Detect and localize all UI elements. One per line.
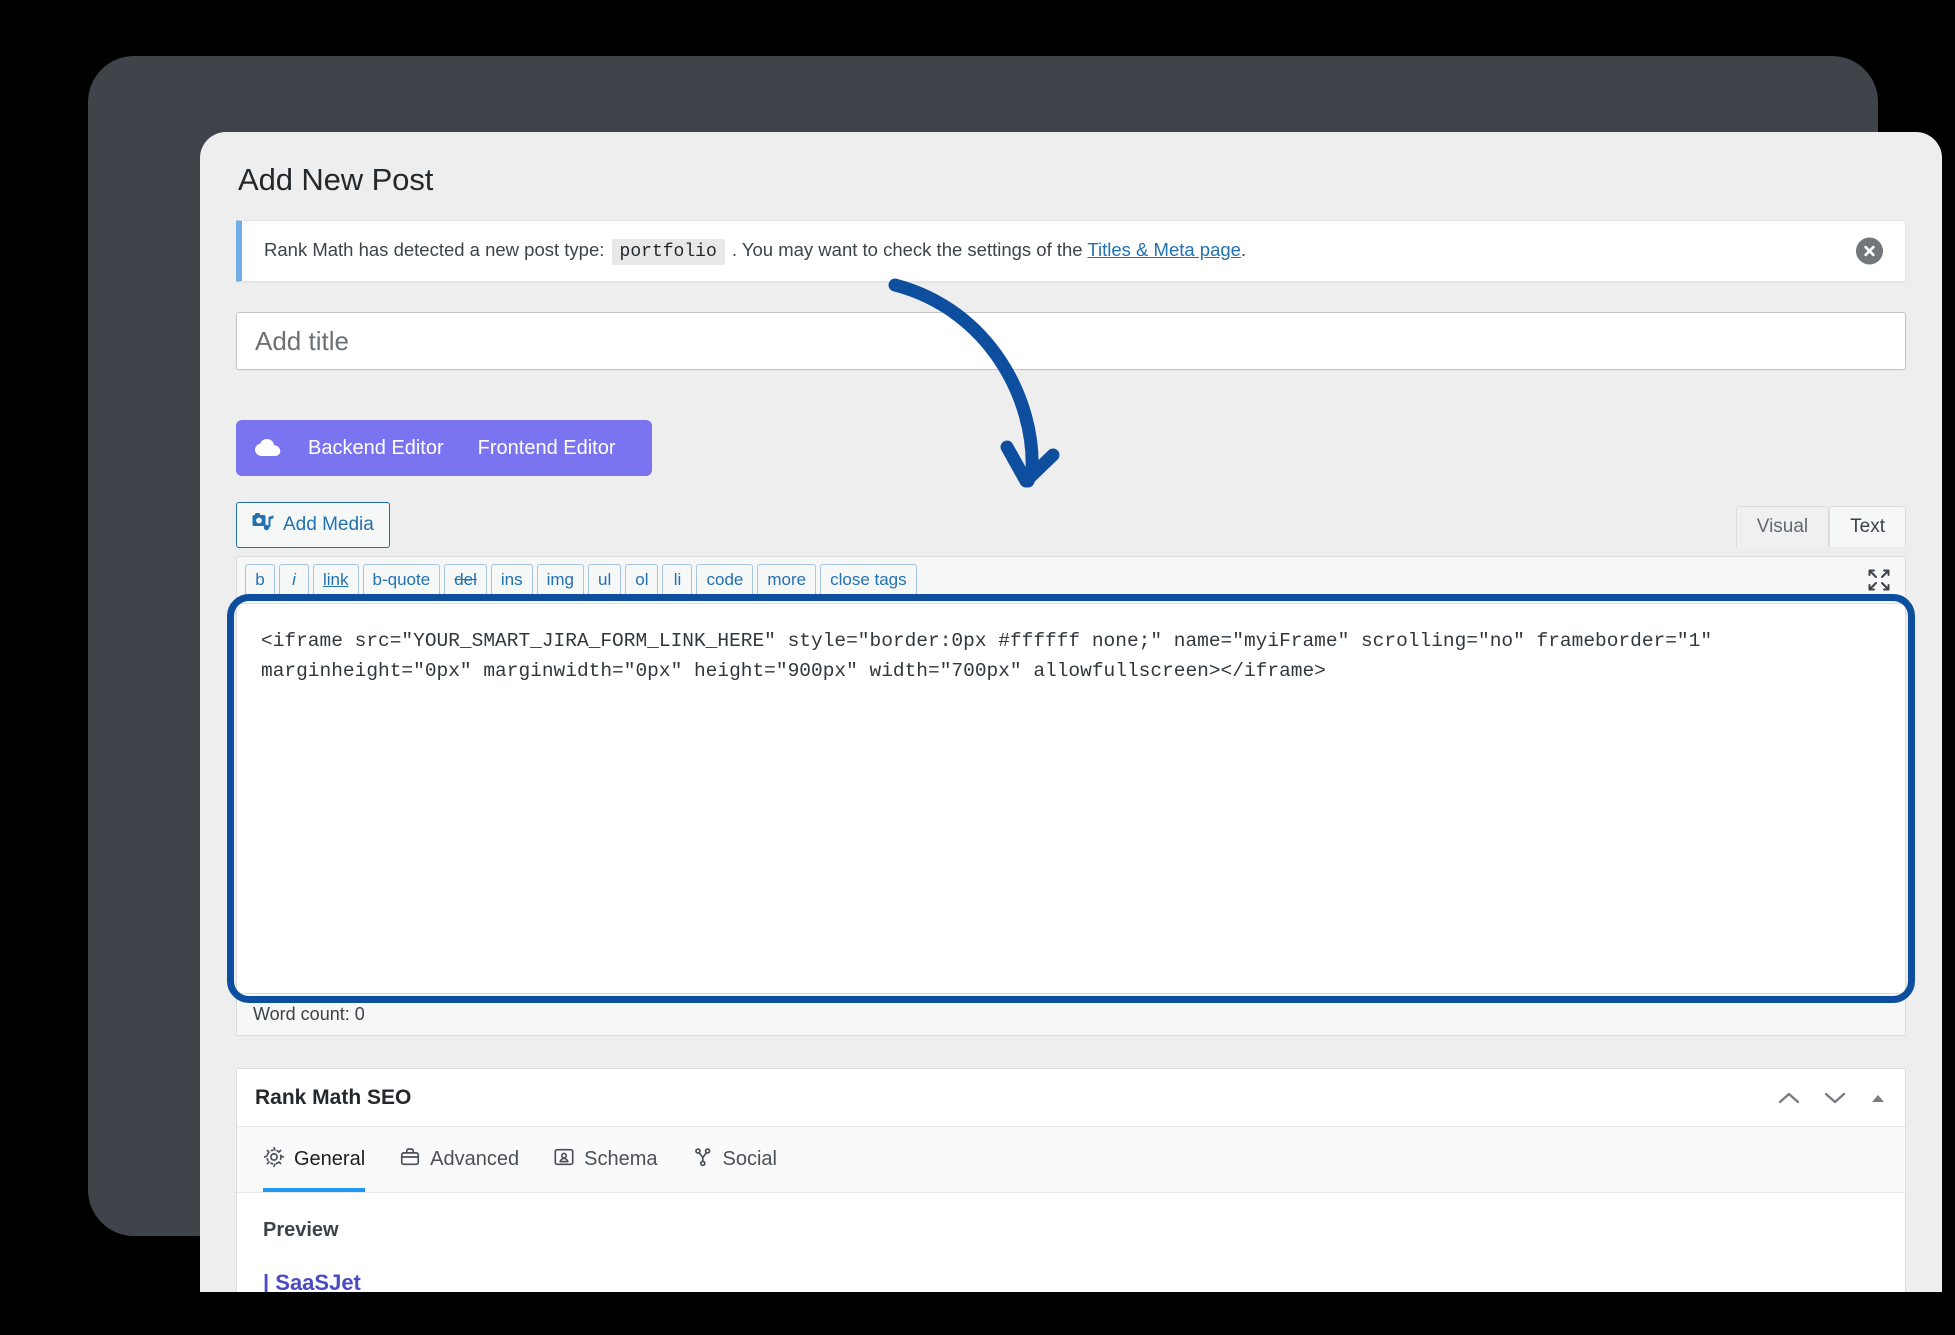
tablet-device-frame: Add New Post Rank Math has detected a ne… — [88, 56, 1942, 1292]
tab-social[interactable]: Social — [692, 1127, 777, 1192]
word-count-bar: Word count: 0 — [236, 994, 1906, 1036]
cloud-icon — [254, 438, 288, 458]
editor-toolbar-row: Add Media Visual Text — [236, 502, 1906, 548]
quicktags-toolbar: b i link b-quote del ins img ul ol li co… — [236, 556, 1906, 604]
screenshot-stage: Add New Post Rank Math has detected a ne… — [0, 0, 1955, 1335]
quicktag-i[interactable]: i — [279, 563, 309, 597]
rank-math-notice: Rank Math has detected a new post type: … — [236, 220, 1906, 282]
quicktag-li[interactable]: li — [662, 563, 693, 597]
triangle-up-icon[interactable] — [1869, 1092, 1887, 1104]
quicktag-close-tags[interactable]: close tags — [820, 563, 917, 597]
briefcase-icon — [399, 1146, 421, 1174]
post-title-input[interactable] — [236, 312, 1906, 370]
quicktag-del[interactable]: del — [444, 563, 487, 597]
quicktag-b[interactable]: b — [245, 563, 275, 597]
quicktag-b-quote[interactable]: b-quote — [362, 563, 441, 597]
preview-label: Preview — [263, 1219, 339, 1241]
titles-meta-page-link[interactable]: Titles & Meta page — [1087, 239, 1241, 260]
notice-text-before: Rank Math has detected a new post type: — [264, 238, 605, 260]
tab-schema[interactable]: Schema — [553, 1127, 658, 1192]
tab-general[interactable]: General — [263, 1127, 366, 1192]
metabox-controls — [1777, 1090, 1887, 1106]
gear-icon — [263, 1146, 285, 1174]
rank-math-tabs: General Advanced Schema Social — [237, 1127, 1905, 1193]
tab-advanced-label: Advanced — [430, 1148, 520, 1170]
add-media-label: Add Media — [283, 514, 374, 535]
rank-math-panel-body: Preview | SaaSJet — [237, 1193, 1905, 1292]
notice-text: Rank Math has detected a new post type: … — [242, 237, 1246, 265]
snippet-preview-link[interactable]: | SaaSJet — [263, 1270, 1879, 1292]
fullscreen-icon[interactable] — [1867, 568, 1891, 592]
post-content-editor: Add Media Visual Text b i link b-quote d… — [227, 502, 1915, 1036]
quicktag-img[interactable]: img — [536, 563, 585, 597]
notice-text-after: . — [1240, 238, 1247, 260]
close-circle-icon[interactable] — [1856, 237, 1883, 265]
rank-math-seo-metabox: Rank Math SEO General Advanced Schema So… — [236, 1068, 1906, 1292]
post-title-field-wrap — [236, 312, 1906, 370]
wordpress-admin-page: Add New Post Rank Math has detected a ne… — [200, 132, 1942, 1292]
tab-schema-label: Schema — [584, 1148, 658, 1170]
notice-post-type-chip: portfolio — [611, 238, 725, 265]
tab-visual[interactable]: Visual — [1735, 506, 1830, 547]
frontend-editor-button[interactable]: Frontend Editor — [464, 437, 630, 460]
quicktag-link[interactable]: link — [313, 563, 359, 597]
notice-text-middle: . You may want to check the settings of … — [731, 238, 1083, 260]
metabox-header[interactable]: Rank Math SEO — [237, 1069, 1905, 1127]
schema-icon — [553, 1146, 575, 1174]
backend-editor-button[interactable]: Backend Editor — [294, 437, 458, 460]
code-textarea-wrap — [227, 594, 1915, 1003]
code-textarea[interactable] — [237, 604, 1905, 993]
tab-social-label: Social — [722, 1148, 777, 1170]
page-title: Add New Post — [238, 162, 434, 197]
chevron-up-icon[interactable] — [1777, 1090, 1801, 1106]
editor-mode-tabs: Visual Text — [1735, 506, 1906, 547]
media-icon — [252, 512, 274, 538]
tab-advanced[interactable]: Advanced — [399, 1127, 519, 1192]
wpbakery-editor-switch: Backend Editor Frontend Editor — [236, 420, 652, 476]
tab-general-label: General — [294, 1148, 366, 1170]
share-icon — [692, 1146, 714, 1174]
metabox-title: Rank Math SEO — [255, 1085, 412, 1109]
device-screen: Add New Post Rank Math has detected a ne… — [200, 132, 1942, 1292]
quicktag-ol[interactable]: ol — [625, 563, 659, 597]
quicktag-ul[interactable]: ul — [588, 563, 622, 597]
chevron-down-icon[interactable] — [1823, 1090, 1847, 1106]
quicktag-ins[interactable]: ins — [490, 563, 533, 597]
tab-text[interactable]: Text — [1829, 506, 1906, 547]
add-media-button[interactable]: Add Media — [236, 502, 390, 548]
quicktag-code[interactable]: code — [696, 563, 754, 597]
quicktag-more[interactable]: more — [757, 563, 817, 597]
